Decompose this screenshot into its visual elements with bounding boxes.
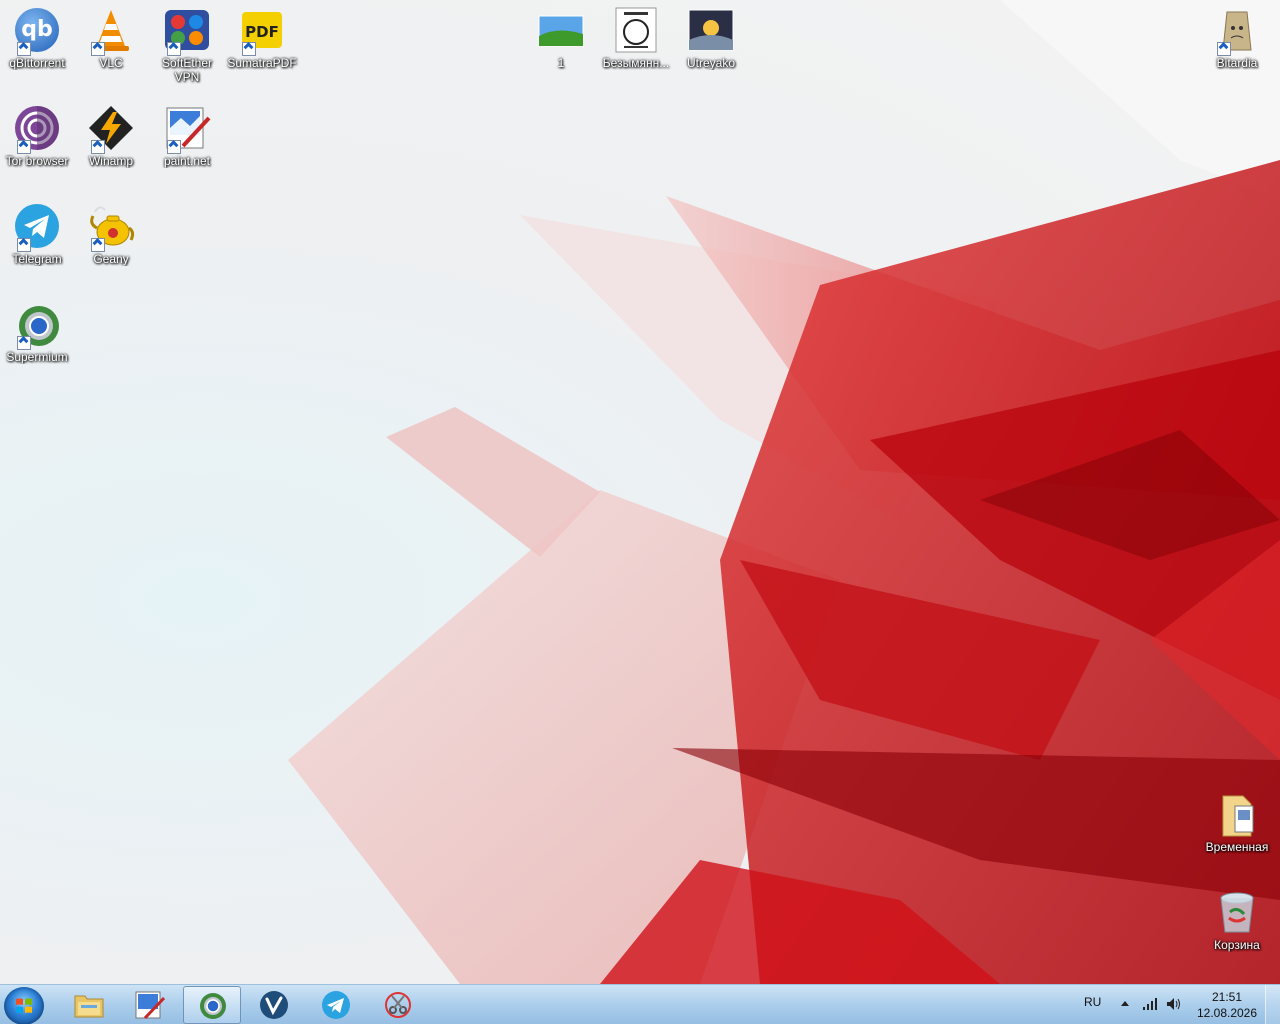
svg-text:PDF: PDF	[245, 23, 279, 41]
desktop-icon-label: Utreyako	[686, 56, 736, 70]
language-indicator[interactable]: RU	[1084, 995, 1101, 1024]
desktop-icon-paint-net[interactable]: paint.net	[150, 100, 224, 168]
desktop-icon-bitardia[interactable]: Bitardia	[1200, 2, 1274, 70]
winamp-bolt-icon	[87, 104, 135, 154]
desktop-icon-vremennaya-folder[interactable]: Временная	[1200, 786, 1274, 854]
desktop-icon-label: Tor browser	[5, 154, 69, 168]
clock-date: 12.08.2026	[1196, 1006, 1258, 1020]
desktop-icon-label: Безымянн...	[602, 56, 670, 70]
windows-logo-icon	[16, 998, 32, 1013]
sumatrapdf-icon: PDF	[238, 6, 286, 56]
taskbar-supermium-button[interactable]	[183, 986, 241, 1024]
tor-browser-icon	[13, 104, 61, 154]
desktop-icon-sumatrapdf[interactable]: PDF SumatraPDF	[225, 2, 299, 70]
taskbar-vivaldi-button[interactable]	[245, 986, 303, 1024]
network-signal-icon[interactable]	[1142, 997, 1158, 1024]
taskbar-snipping-tool-button[interactable]	[369, 986, 427, 1024]
geany-teapot-icon	[87, 202, 135, 252]
paint-net-icon	[163, 104, 211, 154]
desktop-icon-winamp[interactable]: Winamp	[74, 100, 148, 168]
desktop-icon-geany[interactable]: Geany	[74, 198, 148, 266]
recycle-bin-icon	[1213, 888, 1261, 936]
softether-vpn-icon	[163, 6, 211, 56]
show-hidden-icons-button[interactable]	[1120, 997, 1130, 1024]
volume-icon[interactable]	[1166, 997, 1182, 1024]
image-thumbnail-icon	[537, 6, 585, 54]
desktop-icon-image-1[interactable]: 1	[524, 2, 598, 70]
show-desktop-button[interactable]	[1265, 985, 1280, 1024]
telegram-icon	[13, 202, 61, 252]
desktop-icon-label: Bitardia	[1216, 56, 1258, 70]
taskbar-telegram-button[interactable]	[307, 986, 365, 1024]
windows-explorer-icon	[74, 995, 104, 1018]
desktop-icon-qbittorrent[interactable]: qb qBittorrent	[0, 2, 74, 70]
desktop-icon-label: Корзина	[1214, 938, 1260, 952]
supermium-icon	[13, 300, 61, 350]
desktop-icon-softether-vpn[interactable]: SoftEther VPN	[150, 2, 224, 84]
desktop-icon-label: qBittorrent	[9, 56, 65, 70]
qbittorrent-icon: qb	[13, 6, 61, 56]
folder-icon	[1213, 790, 1261, 838]
snipping-tool-icon	[385, 992, 411, 1018]
vivaldi-icon	[260, 991, 288, 1019]
vlc-cone-icon	[87, 6, 135, 56]
desktop-icon-telegram[interactable]: Telegram	[0, 198, 74, 266]
telegram-icon	[322, 991, 350, 1019]
desktop-icon-supermium[interactable]: Supermium	[0, 296, 74, 364]
desktop-icon-untitled-image[interactable]: Безымянн...	[599, 2, 673, 70]
desktop-icon-recycle-bin[interactable]: Корзина	[1200, 884, 1274, 952]
taskbar-explorer-button[interactable]	[60, 986, 118, 1024]
supermium-icon	[200, 993, 226, 1019]
taskbar-paint-net-button[interactable]	[120, 986, 178, 1024]
desktop-icon-label: SoftEther VPN	[161, 56, 213, 84]
desktop-icon-label: Winamp	[88, 154, 133, 168]
desktop-icon-tor-browser[interactable]: Tor browser	[0, 100, 74, 168]
desktop-icon-label: Telegram	[12, 252, 62, 266]
paint-net-icon	[135, 991, 165, 1020]
image-thumbnail-icon	[612, 6, 660, 54]
chevron-up-icon	[1121, 1001, 1129, 1006]
desktop-icon-label: Geany	[93, 252, 129, 266]
desktop-icon-label: 1	[557, 56, 565, 70]
clock[interactable]: 21:51 12.08.2026	[1192, 989, 1262, 1024]
image-thumbnail-icon	[687, 6, 735, 54]
desktop-icon-label: SumatraPDF	[227, 56, 297, 70]
start-button[interactable]	[4, 987, 44, 1024]
taskbar: RU 21:51 12.08.2026	[0, 984, 1280, 1024]
desktop-icon-vlc[interactable]: VLC	[74, 2, 148, 70]
desktop-icon-label: paint.net	[163, 154, 211, 168]
desktop-icon-label: Supermium	[6, 350, 68, 364]
clock-time: 21:51	[1211, 990, 1243, 1004]
desktop-icon-label: VLC	[99, 56, 123, 70]
bitardia-icon	[1213, 6, 1261, 56]
desktop-icon-utreyako[interactable]: Utreyako	[674, 2, 748, 70]
desktop-icon-label: Временная	[1205, 840, 1269, 854]
